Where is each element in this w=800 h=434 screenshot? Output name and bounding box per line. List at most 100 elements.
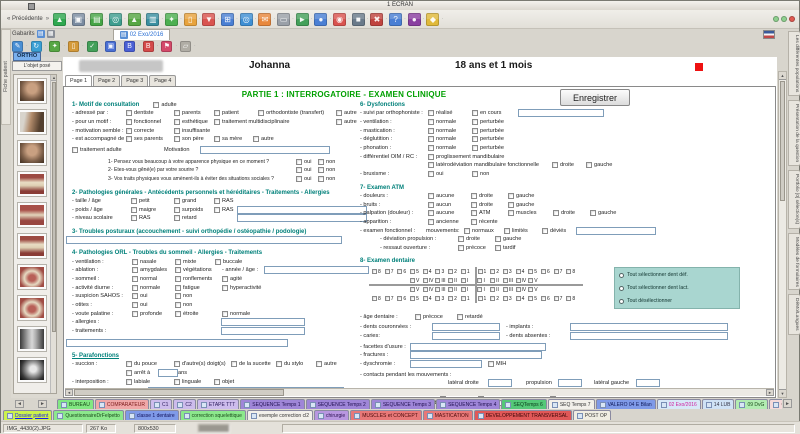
- tooth-checkbox[interactable]: [435, 287, 440, 292]
- document-icon[interactable]: ▯: [184, 13, 197, 26]
- tooth-checkbox[interactable]: [461, 296, 466, 301]
- bottom-tab[interactable]: 09 DvG: [735, 399, 768, 409]
- bottom-tab[interactable]: exemple correction cl2: [247, 410, 313, 420]
- tab-scroll-right-button[interactable]: ►: [783, 399, 792, 408]
- tooth-checkbox[interactable]: [397, 296, 402, 301]
- sidebar-view-selector[interactable]: L'objet posé: [12, 61, 62, 71]
- bottom-tab[interactable]: MASTICATION: [423, 410, 473, 420]
- checkbox[interactable]: [126, 379, 132, 385]
- tooth-checkbox[interactable]: [448, 287, 453, 292]
- checkbox[interactable]: [488, 361, 494, 367]
- ortho-button[interactable]: ORTHO: [13, 52, 41, 61]
- thumbnail-intraoral-anterior[interactable]: [17, 202, 47, 228]
- tooth-checkbox[interactable]: [490, 269, 495, 274]
- thumbnail-intraoral-front-2[interactable]: [17, 233, 47, 259]
- tooth-checkbox[interactable]: [478, 296, 483, 301]
- bottom-tab[interactable]: SEQ Temps 7: [548, 399, 595, 409]
- thumbnail-panoramic-xray[interactable]: [17, 326, 47, 352]
- text-input[interactable]: [237, 206, 367, 214]
- tooth-checkbox[interactable]: [516, 287, 521, 292]
- checkbox[interactable]: [336, 119, 342, 125]
- checkbox[interactable]: [504, 228, 510, 234]
- bottom-tab[interactable]: SEQTemps 6: [501, 399, 546, 409]
- tooth-checkbox[interactable]: [423, 296, 428, 301]
- bottom-tab[interactable]: correction squelettique: [180, 410, 246, 420]
- radio-button[interactable]: [619, 273, 624, 278]
- tooth-checkbox[interactable]: [372, 296, 377, 301]
- template-doc-icon[interactable]: ▤: [37, 30, 45, 38]
- checkbox[interactable]: [428, 145, 434, 151]
- presentation-icon[interactable]: ▭: [277, 13, 290, 26]
- text-input[interactable]: [570, 332, 728, 340]
- bottom-tab[interactable]: POST OP: [573, 410, 611, 420]
- thumbnail-next-button[interactable]: ►: [38, 400, 47, 408]
- bottom-tab[interactable]: C1: [150, 399, 172, 409]
- bottom-tab[interactable]: chirurgie: [314, 410, 349, 420]
- scroll-up-button[interactable]: ▲: [779, 72, 786, 80]
- checkbox[interactable]: [415, 314, 421, 320]
- text-input[interactable]: [158, 369, 178, 377]
- text-input[interactable]: [636, 379, 660, 387]
- text-input[interactable]: [570, 323, 728, 331]
- checkbox[interactable]: [464, 228, 470, 234]
- thumbnail-prev-button[interactable]: ◄: [15, 400, 24, 408]
- checkbox[interactable]: [428, 128, 434, 134]
- text-input[interactable]: [264, 266, 369, 274]
- checkbox[interactable]: [174, 207, 180, 213]
- checkbox[interactable]: [132, 267, 138, 273]
- checkbox[interactable]: [428, 119, 434, 125]
- checkbox[interactable]: [586, 162, 592, 168]
- letter-b-blue-icon[interactable]: B: [124, 41, 135, 52]
- checkbox[interactable]: [472, 136, 478, 142]
- tooth-checkbox[interactable]: [566, 296, 571, 301]
- checkbox[interactable]: [318, 167, 324, 173]
- checkbox[interactable]: [253, 136, 259, 142]
- windows-icon[interactable]: ⊞: [221, 13, 234, 26]
- checkbox[interactable]: [296, 167, 302, 173]
- checkbox[interactable]: [428, 210, 434, 216]
- checkbox[interactable]: [508, 193, 514, 199]
- tooth-checkbox[interactable]: [490, 296, 495, 301]
- bottom-tab[interactable]: DEVELOPPEMENT TRANSVERSAL: [474, 410, 572, 420]
- user-blue-icon[interactable]: ●: [314, 13, 327, 26]
- checkbox[interactable]: [553, 210, 559, 216]
- bottom-tab[interactable]: BUREAU: [57, 399, 94, 409]
- minimize-button[interactable]: [773, 16, 779, 22]
- checkbox[interactable]: [131, 215, 137, 221]
- scrollbar-thumb[interactable]: [74, 389, 284, 396]
- checkbox[interactable]: [428, 110, 434, 116]
- note-gray-icon[interactable]: ▱: [180, 41, 191, 52]
- checkbox[interactable]: [126, 119, 132, 125]
- tooth-checkbox[interactable]: [516, 278, 521, 283]
- checkbox[interactable]: [495, 245, 501, 251]
- mail-icon[interactable]: ✉: [258, 13, 271, 26]
- checkbox[interactable]: [222, 276, 228, 282]
- checkbox[interactable]: [296, 159, 302, 165]
- tooth-checkbox[interactable]: [423, 287, 428, 292]
- checkbox[interactable]: [175, 311, 181, 317]
- checkbox[interactable]: [215, 259, 221, 265]
- bottom-tab[interactable]: SEQUENCE Temps 2: [306, 399, 370, 409]
- bottom-tab[interactable]: classe 1 dentaire: [125, 410, 179, 420]
- checkbox[interactable]: [175, 276, 181, 282]
- checkbox[interactable]: [72, 147, 78, 153]
- tooth-checkbox[interactable]: [503, 278, 508, 283]
- bottom-tab[interactable]: SEQUENCE Temps 1: [240, 399, 304, 409]
- tooth-checkbox[interactable]: [410, 269, 415, 274]
- letter-b-red-icon[interactable]: B: [143, 41, 154, 52]
- radio-button[interactable]: [619, 286, 624, 291]
- side-tab[interactable]: Modèles de formulaires: [788, 233, 800, 291]
- checkbox[interactable]: [428, 219, 434, 225]
- checkbox[interactable]: [132, 276, 138, 282]
- checkbox[interactable]: [131, 207, 137, 213]
- checkbox[interactable]: [214, 136, 220, 142]
- text-input[interactable]: [410, 343, 546, 351]
- checkbox[interactable]: [472, 119, 478, 125]
- checkbox[interactable]: [175, 285, 181, 291]
- checkbox[interactable]: [174, 128, 180, 134]
- thumbnail-intraoral-front[interactable]: [17, 171, 47, 197]
- checkbox[interactable]: [214, 119, 220, 125]
- checkbox[interactable]: [231, 361, 237, 367]
- previous-button[interactable]: « Précédente: [5, 15, 45, 23]
- checkbox[interactable]: [126, 110, 132, 116]
